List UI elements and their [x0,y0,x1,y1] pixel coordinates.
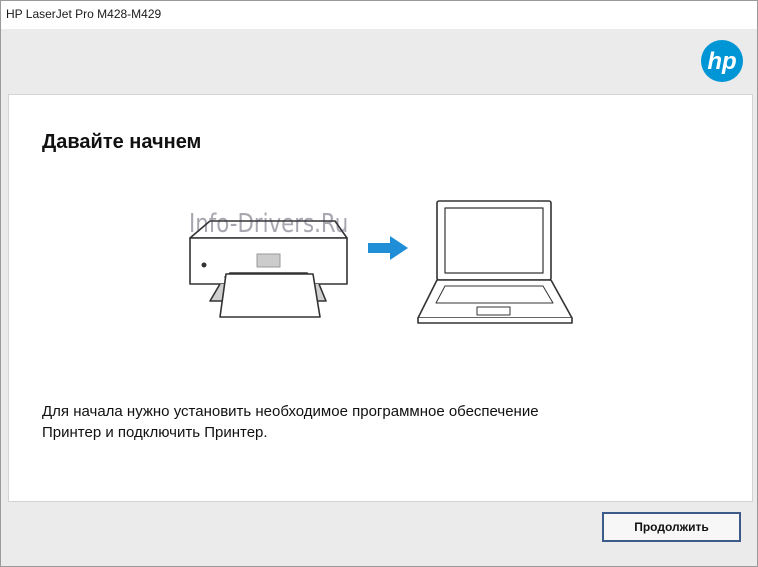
window-title: HP LaserJet Pro M428-M429 [6,7,162,21]
watermark-text: Info-Drivers.Ru [189,209,349,239]
hp-logo-text: hp [707,48,736,75]
setup-description: Для начала нужно установить необходимое … [42,403,539,441]
arrow-right-icon [368,236,408,260]
setup-illustration [189,200,573,324]
laptop-icon [417,200,573,324]
hp-logo-icon: hp [701,40,743,82]
title-bar: HP LaserJet Pro M428-M429 [1,1,757,29]
content-panel: Давайте начнем Info-Drivers.Ru Для начал… [8,94,753,502]
continue-button[interactable]: Продолжить [602,512,741,542]
installer-window: HP LaserJet Pro M428-M429 hp Давайте нач… [0,0,758,567]
